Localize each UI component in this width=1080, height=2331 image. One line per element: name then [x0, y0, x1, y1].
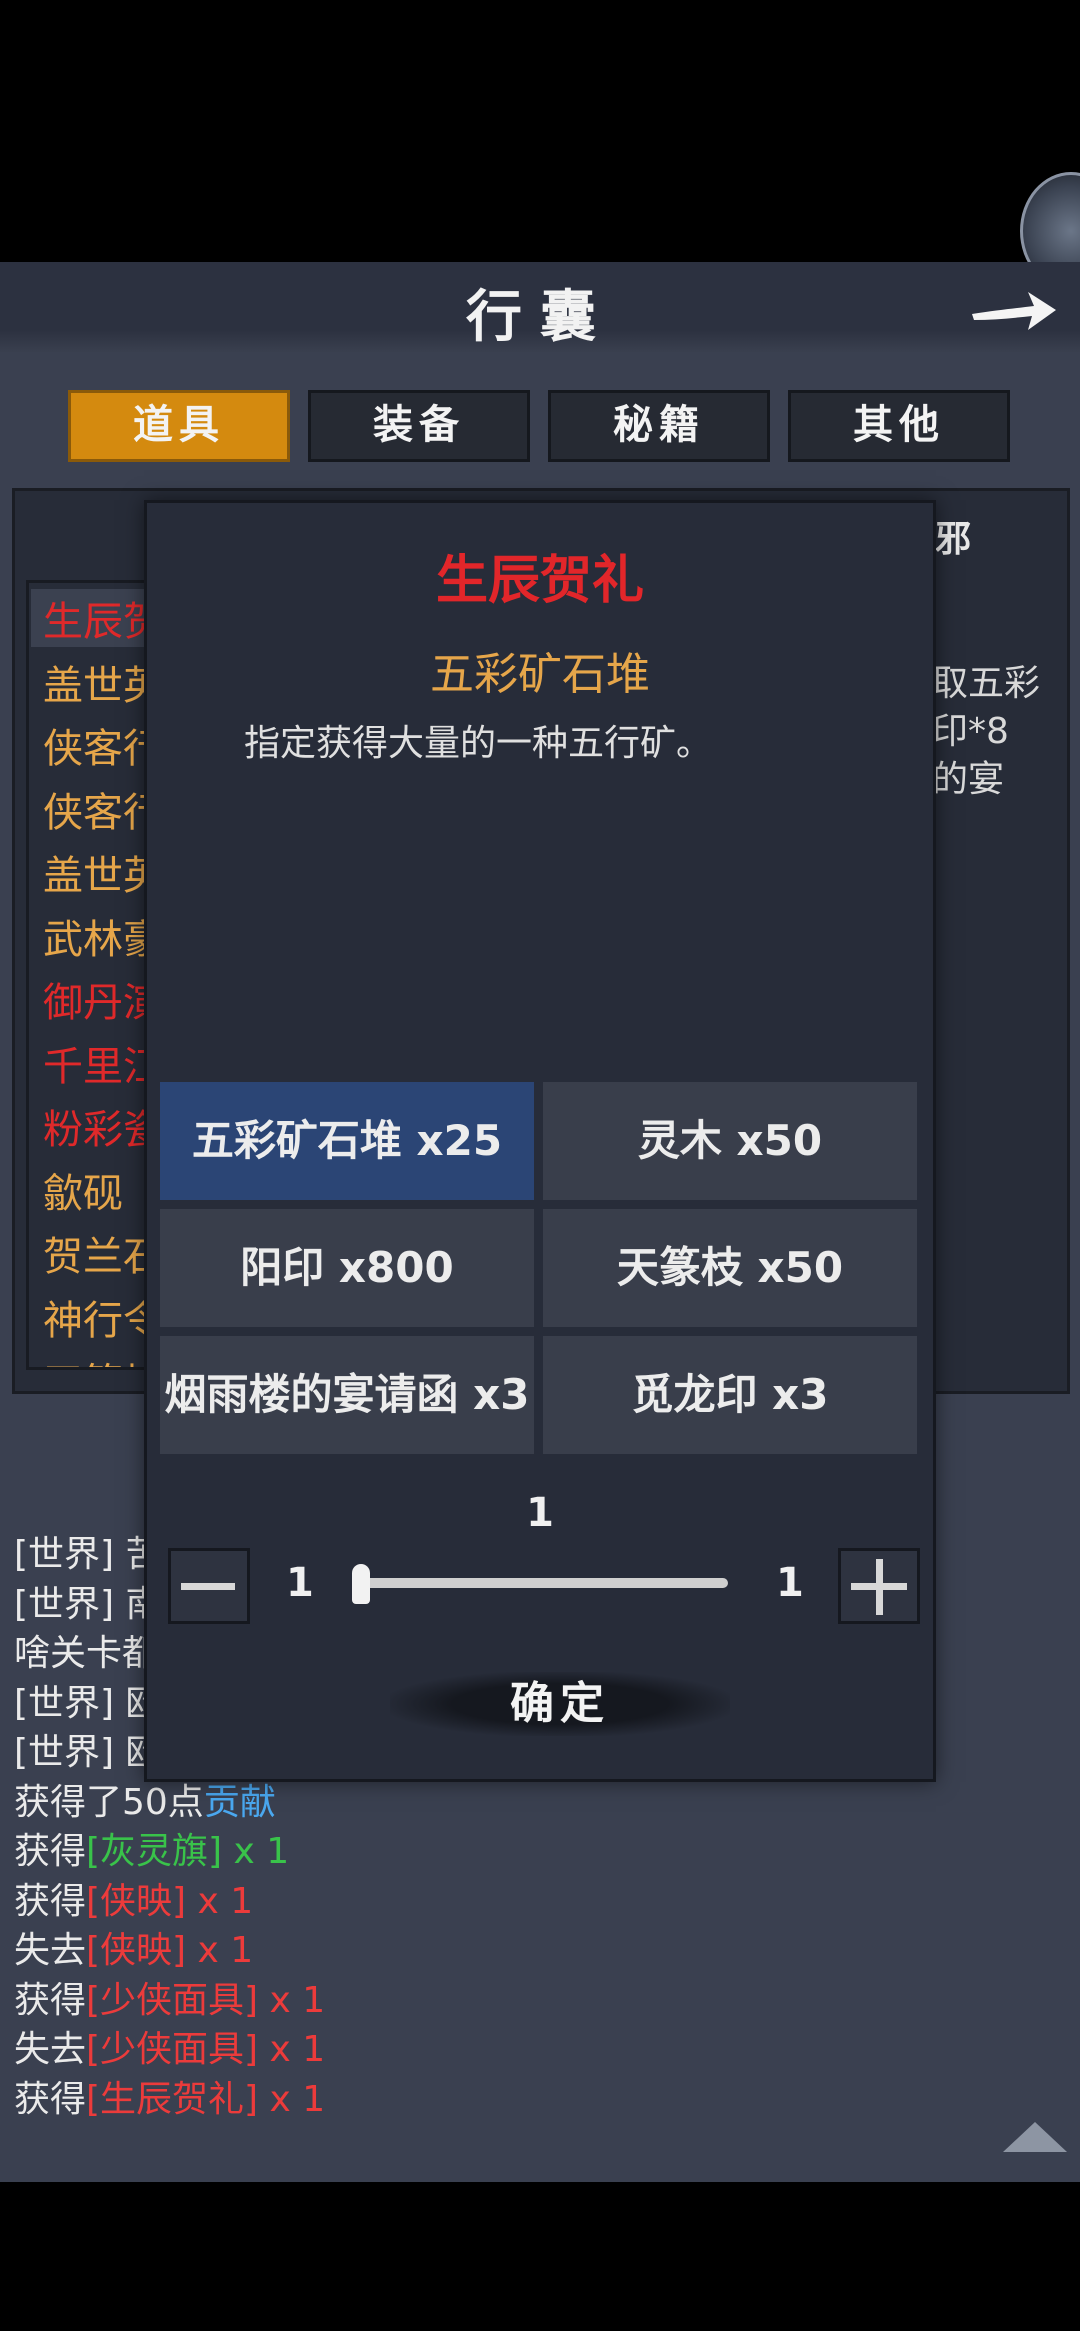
chat-line: [世界] 欧	[14, 1674, 162, 1726]
list-item[interactable]: 盖世英雄	[43, 653, 155, 711]
chat-line: 失去[少侠面具] x 1	[14, 2020, 325, 2072]
selected-reward-name: 五彩矿石堆	[430, 649, 650, 700]
chat-text: 获得	[14, 1979, 87, 2021]
scroll-up-icon[interactable]	[1003, 2122, 1067, 2152]
list-item[interactable]: 歙砚	[43, 1161, 155, 1219]
reward-option[interactable]: 烟雨楼的宴请函 x3	[160, 1336, 534, 1454]
slider-thumb[interactable]	[352, 1564, 370, 1604]
chat-line: 获得[少侠面具] x 1	[14, 1971, 325, 2023]
chat-text: [世界]	[14, 1583, 126, 1625]
chat-text: x 1	[186, 1880, 254, 1922]
list-item[interactable]: 侠客行	[43, 780, 155, 838]
chat-text: 获得	[14, 2078, 87, 2120]
list-item[interactable]: 武林豪杰	[43, 907, 155, 965]
list-item[interactable]: 粉彩瓷瓶	[43, 1097, 155, 1155]
tab-items[interactable]: 道具	[68, 390, 290, 462]
back-arrow-icon[interactable]	[968, 280, 1060, 340]
increase-button[interactable]	[838, 1548, 920, 1624]
minus-icon	[181, 1583, 235, 1590]
chat-text: 失去	[14, 2029, 87, 2070]
quantity-min: 1	[286, 1560, 314, 1606]
reward-option[interactable]: 灵木 x50	[543, 1082, 917, 1200]
chat-text: 失去	[14, 1930, 87, 1971]
reward-option[interactable]: 天篆枝 x50	[543, 1209, 917, 1327]
chat-line: 失去[侠映] x 1	[14, 1921, 253, 1973]
chat-text: [生辰贺礼]	[86, 2078, 259, 2120]
chat-line: 啥关卡都	[14, 1624, 158, 1676]
chat-line: 获得[侠映] x 1	[14, 1872, 253, 1924]
dialog-title: 生辰贺礼	[435, 551, 644, 611]
tab-equipment[interactable]: 装备	[308, 390, 530, 462]
quantity-max: 1	[776, 1560, 804, 1606]
reward-option[interactable]: 觅龙印 x3	[543, 1336, 917, 1454]
chat-text: [少侠面具]	[86, 1979, 259, 2021]
plus-icon	[851, 1559, 907, 1615]
quantity-slider[interactable]	[356, 1578, 728, 1588]
item-list[interactable]: 生辰贺礼 盖世英雄 侠客行 侠客行 盖世英雄 武林豪杰 御丹演武 千里江山 粉彩…	[26, 580, 158, 1370]
detail-header-fragment: 邪	[935, 519, 972, 560]
chat-text: 贡献	[203, 1781, 276, 1823]
reward-option[interactable]: 五彩矿石堆 x25	[160, 1082, 534, 1200]
chat-text: [少侠面具]	[86, 2029, 259, 2070]
chat-text: [世界]	[14, 1534, 126, 1575]
chat-text: x 1	[222, 1831, 290, 1872]
chat-text: 获得了50点	[14, 1781, 204, 1823]
detail-line: 的宴	[932, 759, 1005, 800]
detail-text-fragment: 取五彩 印*8 的宴	[932, 660, 1040, 804]
tab-manuals[interactable]: 秘籍	[548, 390, 770, 462]
chat-line: [世界] 欧	[14, 1723, 162, 1775]
chat-line: 获得[生辰贺礼] x 1	[14, 2070, 325, 2122]
chat-line: [世界] 苦	[14, 1525, 162, 1577]
chat-text: 获得	[14, 1880, 87, 1922]
detail-line: 取五彩	[932, 663, 1041, 704]
chat-text: [世界]	[14, 1732, 126, 1773]
page-title: 行囊	[466, 284, 614, 350]
selected-reward-description: 指定获得大量的一种五行矿。	[244, 723, 713, 764]
list-item[interactable]: 千里江山	[43, 1034, 155, 1092]
list-item[interactable]: 盖世英雄	[43, 843, 155, 901]
list-item[interactable]: 侠客行	[43, 716, 155, 774]
chat-text: x 1	[186, 1930, 254, 1971]
chat-text: x 1	[258, 2078, 326, 2120]
list-item[interactable]: 御丹演武	[43, 970, 155, 1028]
reward-option[interactable]: 阳印 x800	[160, 1209, 534, 1327]
chat-text: 获得	[14, 1831, 87, 1872]
confirm-button[interactable]: 确定	[390, 1672, 730, 1736]
chat-text: [世界]	[14, 1682, 126, 1724]
chat-text: [灰灵旗]	[86, 1831, 223, 1872]
list-item[interactable]: 天篆枝	[43, 1351, 155, 1367]
chat-text: [侠映]	[86, 1880, 187, 1922]
chat-line: 获得[灰灵旗] x 1	[14, 1822, 289, 1874]
chat-text: 啥关卡都	[14, 1633, 159, 1674]
decrease-button[interactable]	[168, 1548, 250, 1624]
tab-other[interactable]: 其他	[788, 390, 1010, 462]
quantity-current: 1	[526, 1490, 554, 1536]
chat-text: x 1	[258, 1979, 326, 2021]
list-item[interactable]: 生辰贺礼	[31, 589, 155, 647]
detail-line: 印*8	[932, 711, 1009, 752]
list-item[interactable]: 贺兰石砚	[43, 1224, 155, 1282]
list-item[interactable]: 神行令	[43, 1288, 155, 1346]
bottom-bar	[0, 2182, 1080, 2331]
chat-text: x 1	[258, 2029, 326, 2070]
chat-text: [侠映]	[86, 1930, 187, 1971]
